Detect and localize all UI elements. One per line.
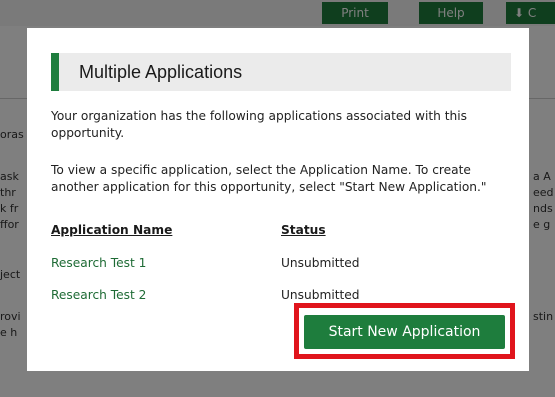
intro-text: Your organization has the following appl… xyxy=(51,109,467,140)
application-name-link[interactable]: Research Test 1 xyxy=(51,256,146,270)
dialog-header: Multiple Applications xyxy=(51,53,511,91)
column-header-application-name: Application Name xyxy=(51,223,173,237)
application-status: Unsubmitted xyxy=(281,256,360,270)
application-status: Unsubmitted xyxy=(281,288,360,302)
application-name-link[interactable]: Research Test 2 xyxy=(51,288,146,302)
column-header-status: Status xyxy=(281,223,326,237)
multiple-applications-dialog: Multiple Applications Your organization … xyxy=(27,28,529,371)
dialog-title: Multiple Applications xyxy=(79,62,243,82)
start-new-application-button[interactable]: Start New Application xyxy=(304,315,505,349)
table-row: Research Test 1 Unsubmitted xyxy=(51,256,511,274)
instructions-text: To view a specific application, select t… xyxy=(51,163,487,194)
